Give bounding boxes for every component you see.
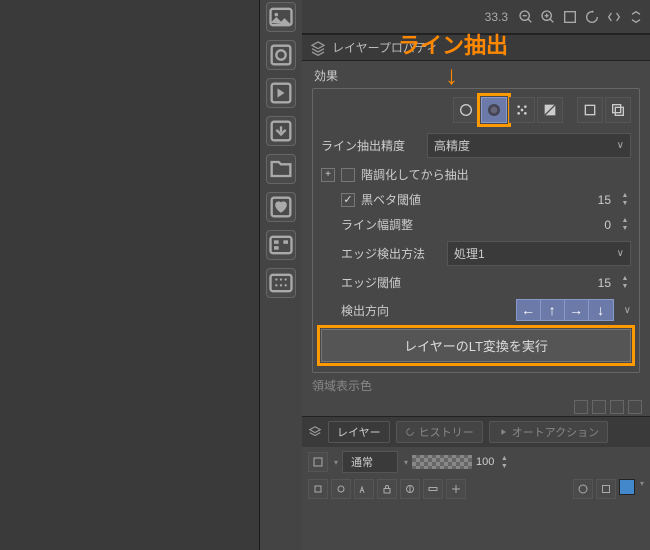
effect-copy-icon[interactable] bbox=[605, 97, 631, 123]
layers-panel-header: レイヤー ヒストリー オートアクション bbox=[302, 416, 650, 447]
effect-buttons-row bbox=[321, 97, 631, 123]
dock-panel-8-icon[interactable] bbox=[266, 268, 296, 298]
edge-threshold-value: 15 bbox=[598, 276, 613, 290]
blend-mode-dropdown[interactable]: 通常 bbox=[342, 451, 398, 473]
draft-icon[interactable] bbox=[354, 479, 374, 499]
zoom-out-icon[interactable] bbox=[518, 9, 534, 25]
effect-layer-color-icon[interactable] bbox=[537, 97, 563, 123]
palette-icon[interactable] bbox=[573, 479, 593, 499]
fit-icon[interactable] bbox=[562, 9, 578, 25]
mask-icon[interactable] bbox=[400, 479, 420, 499]
edge-method-dropdown[interactable]: 処理1∨ bbox=[447, 241, 631, 266]
opacity-up[interactable]: ▲ bbox=[498, 454, 510, 462]
set-ref-icon[interactable] bbox=[446, 479, 466, 499]
black-threshold-value: 15 bbox=[598, 193, 613, 207]
dock-column bbox=[260, 0, 302, 550]
posterize-checkbox[interactable] bbox=[341, 168, 355, 182]
opacity-slider[interactable] bbox=[412, 455, 472, 469]
canvas-area bbox=[0, 0, 260, 550]
edge-threshold-label: エッジ閾値 bbox=[341, 274, 592, 291]
tab-layers[interactable]: レイヤー bbox=[328, 421, 390, 443]
dock-panel-4-icon[interactable] bbox=[266, 116, 296, 146]
dock-panel-6-icon[interactable] bbox=[266, 192, 296, 222]
layer-color-swatch[interactable] bbox=[619, 479, 635, 495]
effect-expression-icon[interactable] bbox=[577, 97, 603, 123]
layers-icon bbox=[310, 40, 326, 56]
edge-method-label: エッジ検出方法 bbox=[341, 245, 441, 262]
expand-posterize-button[interactable]: + bbox=[321, 168, 335, 182]
black-threshold-down[interactable]: ▼ bbox=[619, 200, 631, 208]
lock-icon[interactable] bbox=[377, 479, 397, 499]
rotate-icon[interactable] bbox=[584, 9, 600, 25]
direction-left[interactable]: ← bbox=[517, 300, 541, 320]
flip-h-icon[interactable] bbox=[606, 9, 622, 25]
zoom-value: 33.3 bbox=[485, 10, 508, 24]
flip-v-icon[interactable] bbox=[628, 9, 644, 25]
truncated-label: 領域表示色 bbox=[302, 373, 650, 398]
effects-label: 効果 bbox=[312, 67, 640, 84]
line-width-label: ライン幅調整 bbox=[341, 216, 598, 233]
dock-panel-7-icon[interactable] bbox=[266, 230, 296, 260]
direction-right[interactable]: → bbox=[565, 300, 589, 320]
annotation-arrow: ↓ bbox=[445, 60, 458, 91]
annotation-label: ライン抽出 bbox=[398, 28, 508, 60]
layers-toolbar: ▾ 通常 ▾ 100 ▲▼ bbox=[302, 447, 650, 477]
dock-panel-3-icon[interactable] bbox=[266, 78, 296, 108]
precision-label: ライン抽出精度 bbox=[321, 137, 421, 154]
ref-icon[interactable] bbox=[331, 479, 351, 499]
zoom-in-icon[interactable] bbox=[540, 9, 556, 25]
direction-label: 検出方向 bbox=[341, 302, 441, 319]
effect-tone-icon[interactable] bbox=[509, 97, 535, 123]
edge-threshold-up[interactable]: ▲ bbox=[619, 275, 631, 283]
execute-lt-button[interactable]: レイヤーのLT変換を実行 bbox=[321, 329, 631, 362]
black-threshold-up[interactable]: ▲ bbox=[619, 192, 631, 200]
precision-dropdown[interactable]: 高精度∨ bbox=[427, 133, 631, 158]
mini-icon-1[interactable] bbox=[574, 400, 588, 414]
tab-history[interactable]: ヒストリー bbox=[396, 421, 483, 443]
direction-up[interactable]: ↑ bbox=[541, 300, 565, 320]
mini-icon-4[interactable] bbox=[628, 400, 642, 414]
effect-preset-icon[interactable] bbox=[596, 479, 616, 499]
opacity-value: 100 bbox=[476, 456, 494, 468]
opacity-down[interactable]: ▼ bbox=[498, 462, 510, 470]
effect-border-icon[interactable] bbox=[453, 97, 479, 123]
mini-icon-2[interactable] bbox=[592, 400, 606, 414]
edge-threshold-down[interactable]: ▼ bbox=[619, 283, 631, 291]
layer-actions-toolbar: ▾ bbox=[302, 477, 650, 501]
direction-down[interactable]: ↓ bbox=[589, 300, 613, 320]
black-threshold-label: 黒ベタ閾値 bbox=[361, 191, 592, 208]
direction-arrows: ← ↑ → ↓ bbox=[516, 299, 614, 321]
effect-line-extract-icon[interactable] bbox=[481, 97, 507, 123]
tab-autoaction[interactable]: オートアクション bbox=[489, 421, 608, 443]
dock-panel-1-icon[interactable] bbox=[266, 2, 296, 32]
ruler-icon[interactable] bbox=[423, 479, 443, 499]
dock-panel-5-icon[interactable] bbox=[266, 154, 296, 184]
black-threshold-checkbox[interactable] bbox=[341, 193, 355, 207]
posterize-label: 階調化してから抽出 bbox=[361, 166, 631, 183]
line-width-value: 0 bbox=[604, 218, 613, 232]
layers-icon bbox=[308, 425, 322, 439]
line-width-down[interactable]: ▼ bbox=[619, 225, 631, 233]
line-width-up[interactable]: ▲ bbox=[619, 217, 631, 225]
clip-icon[interactable] bbox=[308, 479, 328, 499]
dock-panel-2-icon[interactable] bbox=[266, 40, 296, 70]
mini-icon-3[interactable] bbox=[610, 400, 624, 414]
layer-type-icon[interactable] bbox=[308, 452, 328, 472]
